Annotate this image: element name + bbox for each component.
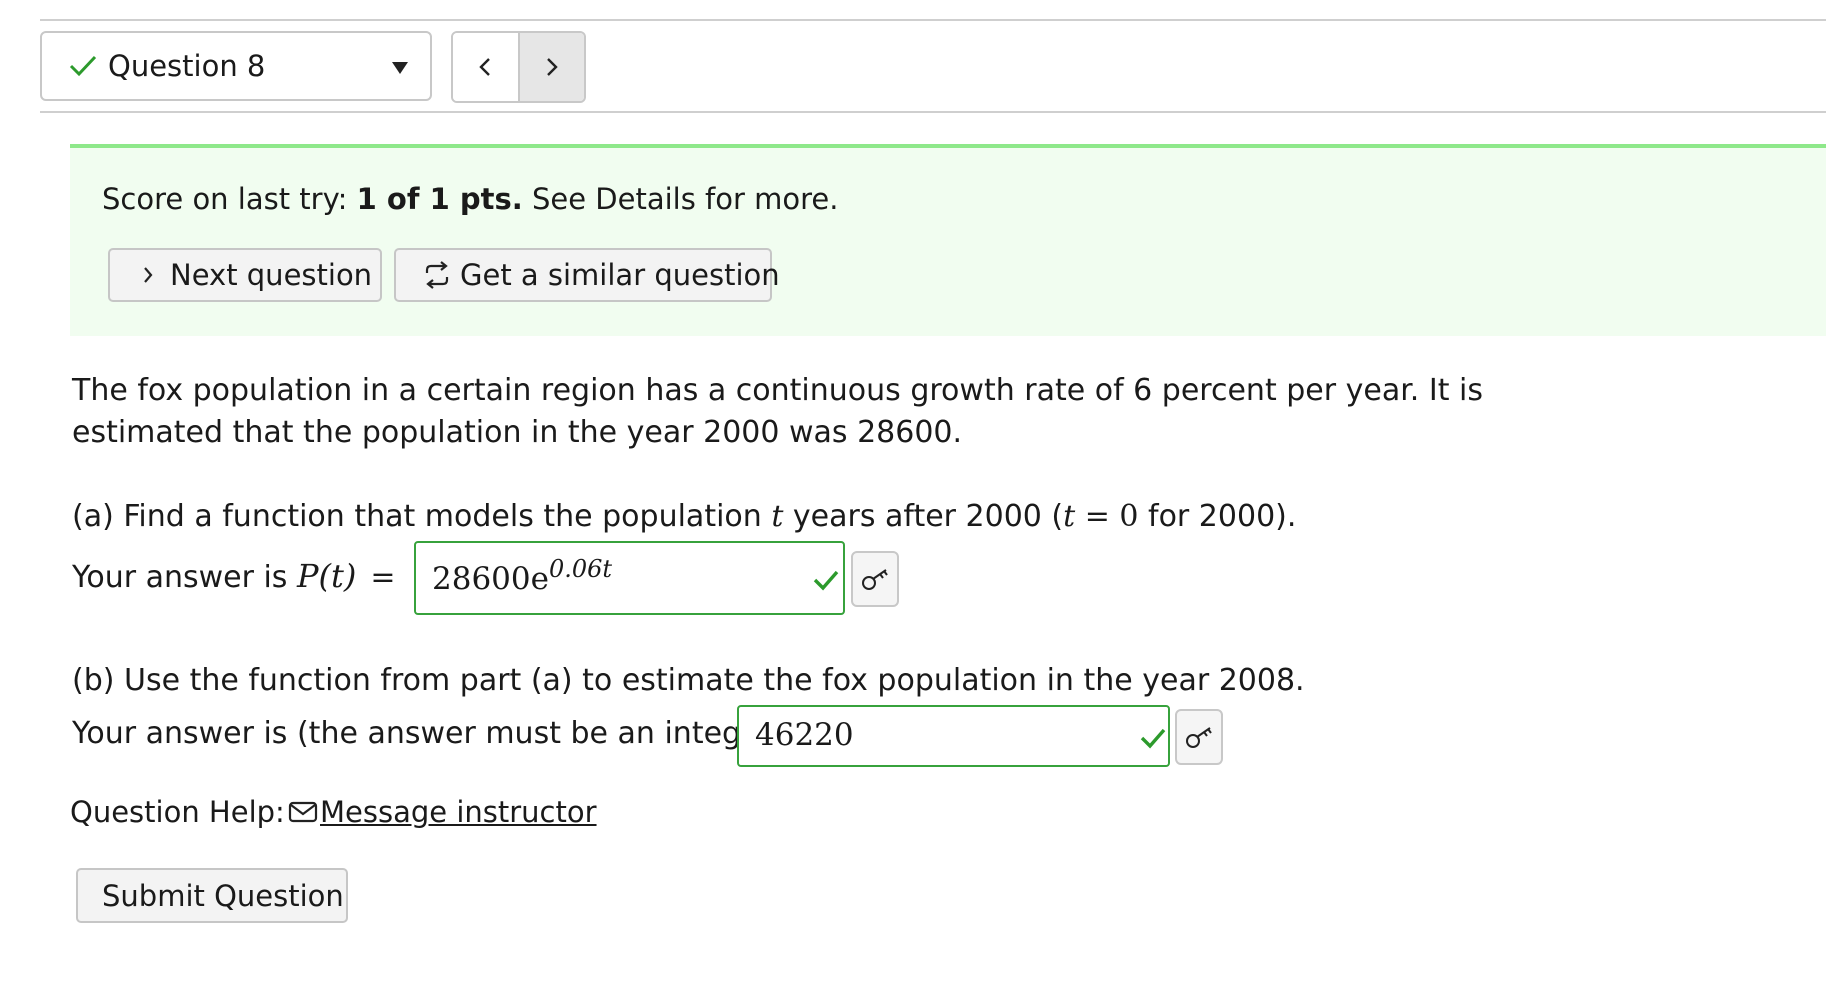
checkmark-icon [69, 55, 97, 77]
function-lhs: P(t) [296, 557, 357, 595]
score-prefix: Score on last try: [102, 182, 357, 216]
part-b-key-button[interactable] [1175, 709, 1223, 765]
part-a-condition-equation: = 0 [1075, 499, 1139, 534]
chevron-right-icon [144, 267, 153, 283]
part-a-condition-variable: t [1063, 499, 1076, 534]
part-b-answer-value: 46220 [755, 717, 854, 753]
question-help-label: Question Help: [70, 795, 285, 829]
part-a-variable: t [771, 499, 784, 534]
caret-down-icon [392, 62, 408, 74]
question-intro-line-2: estimated that the population in the yea… [72, 415, 963, 450]
part-a-answer-base: 28600e [432, 561, 549, 597]
part-a-answer-label: Your answer is P(t) = [72, 555, 395, 599]
key-icon [1186, 727, 1212, 748]
chevron-left-icon [479, 58, 491, 76]
part-a-answer-field[interactable]: 28600e0.06t [414, 541, 845, 615]
part-a-prompt-end: for 2000). [1138, 499, 1297, 534]
submit-question-button[interactable]: Submit Question [76, 868, 348, 923]
part-a-key-button[interactable] [851, 551, 899, 607]
question-selector[interactable]: Question 8 [40, 31, 432, 101]
part-b-prompt: (b) Use the function from part (a) to es… [72, 663, 1305, 698]
key-icon [862, 569, 888, 590]
next-question-nav-button[interactable] [519, 33, 584, 101]
repeat-icon [425, 261, 449, 289]
next-question-label: Next question [170, 258, 373, 292]
similar-question-button[interactable]: Get a similar question [394, 248, 780, 302]
similar-question-label: Get a similar question [460, 258, 780, 292]
question-intro-line-1: The fox population in a certain region h… [72, 373, 1483, 408]
question-page: Question 8 Score on last try: 1 of 1 pts… [0, 0, 1826, 1008]
part-a-answer-exponent: 0.06t [548, 555, 613, 583]
score-summary: Score on last try: 1 of 1 pts. See Detai… [102, 182, 838, 216]
message-instructor-label: Message instructor [320, 795, 597, 829]
part-a-answer-value: 28600e0.06t [432, 555, 612, 597]
next-question-button[interactable]: Next question [108, 248, 382, 302]
correct-checkmark-icon [1140, 728, 1166, 749]
question-nav [451, 31, 586, 103]
part-b-answer-label: Your answer is (the answer must be an in… [72, 716, 784, 751]
part-a-answer-prefix: Your answer is [72, 560, 297, 595]
part-b-answer-field[interactable]: 46220 [737, 705, 1170, 767]
part-a-prompt-mid: years after 2000 ( [783, 499, 1064, 534]
equals-sign: = [370, 560, 396, 595]
score-suffix: See Details for more. [522, 182, 839, 216]
part-a-prompt: (a) Find a function that models the popu… [72, 496, 1296, 538]
question-selector-label: Question 8 [108, 49, 266, 83]
chevron-right-icon [546, 58, 558, 76]
header-divider [40, 111, 1826, 113]
message-instructor-link[interactable]: Message instructor [288, 795, 597, 829]
mail-icon [288, 801, 318, 823]
submit-question-label: Submit Question [102, 878, 344, 913]
previous-question-button[interactable] [453, 33, 520, 101]
correct-checkmark-icon [813, 570, 839, 591]
score-panel: Score on last try: 1 of 1 pts. See Detai… [70, 144, 1826, 336]
top-divider [40, 19, 1826, 21]
part-a-prompt-start: (a) Find a function that models the popu… [72, 499, 772, 534]
score-points: 1 of 1 pts. [356, 182, 523, 216]
